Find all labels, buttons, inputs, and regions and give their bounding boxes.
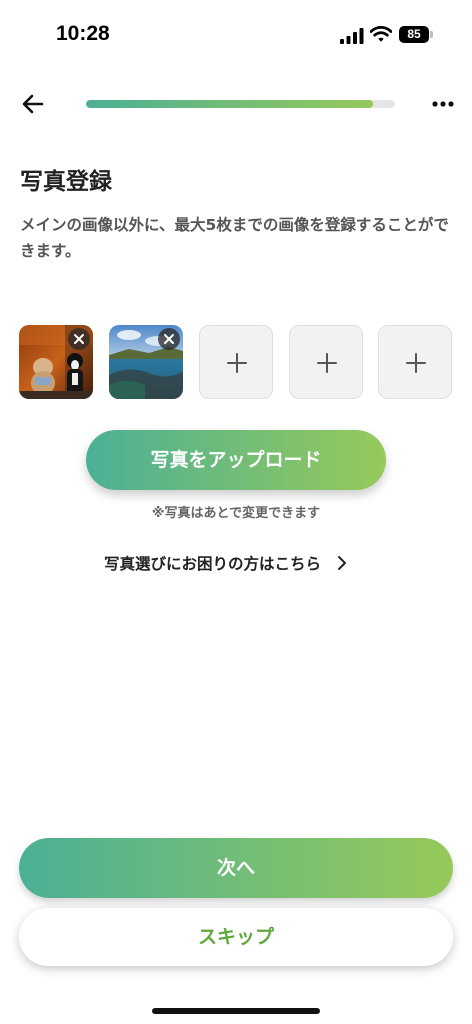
plus-icon: [406, 353, 426, 373]
photo-slot-2[interactable]: [109, 325, 183, 399]
photo-slots: [19, 325, 459, 401]
more-options-button[interactable]: [428, 94, 458, 114]
page-title: 写真登録: [20, 169, 112, 195]
status-time: 10:28: [56, 22, 110, 45]
page-description: メインの画像以外に、最大5枚までの画像を登録することができます。: [20, 216, 449, 260]
status-bar: 10:28 85: [0, 0, 472, 70]
add-photo-slot-4[interactable]: [289, 325, 363, 399]
skip-button[interactable]: スキップ: [19, 908, 453, 966]
battery-level: 85: [399, 26, 429, 43]
photo-slot-1[interactable]: [19, 325, 93, 399]
chevron-right-icon: [338, 556, 347, 570]
help-link-label: 写真選びにお困りの方はこちら: [104, 555, 322, 573]
ellipsis-icon: [432, 101, 454, 107]
add-photo-slot-5[interactable]: [378, 325, 452, 399]
arrow-left-icon: [22, 94, 44, 114]
wifi-icon: [370, 25, 392, 42]
remove-photo-button[interactable]: [68, 328, 90, 350]
plus-icon: [317, 353, 337, 373]
photo-help-link[interactable]: 写真選びにお困りの方はこちら: [104, 550, 349, 576]
back-button[interactable]: [18, 90, 50, 118]
progress-bar: [86, 100, 395, 108]
home-indicator: [152, 1008, 320, 1014]
add-photo-slot-3[interactable]: [199, 325, 273, 399]
plus-icon: [227, 353, 247, 373]
close-icon: [74, 334, 84, 344]
nav-bar: [0, 84, 472, 124]
progress-fill: [86, 100, 374, 108]
upload-photo-button[interactable]: 写真をアップロード: [86, 430, 386, 490]
upload-note: ※写真はあとで変更できます: [151, 506, 321, 521]
next-button[interactable]: 次へ: [19, 838, 453, 898]
signal-icon: [340, 28, 364, 44]
remove-photo-button[interactable]: [158, 328, 180, 350]
close-icon: [164, 334, 174, 344]
battery-icon: 85: [399, 26, 433, 43]
battery-tip: [430, 31, 433, 38]
